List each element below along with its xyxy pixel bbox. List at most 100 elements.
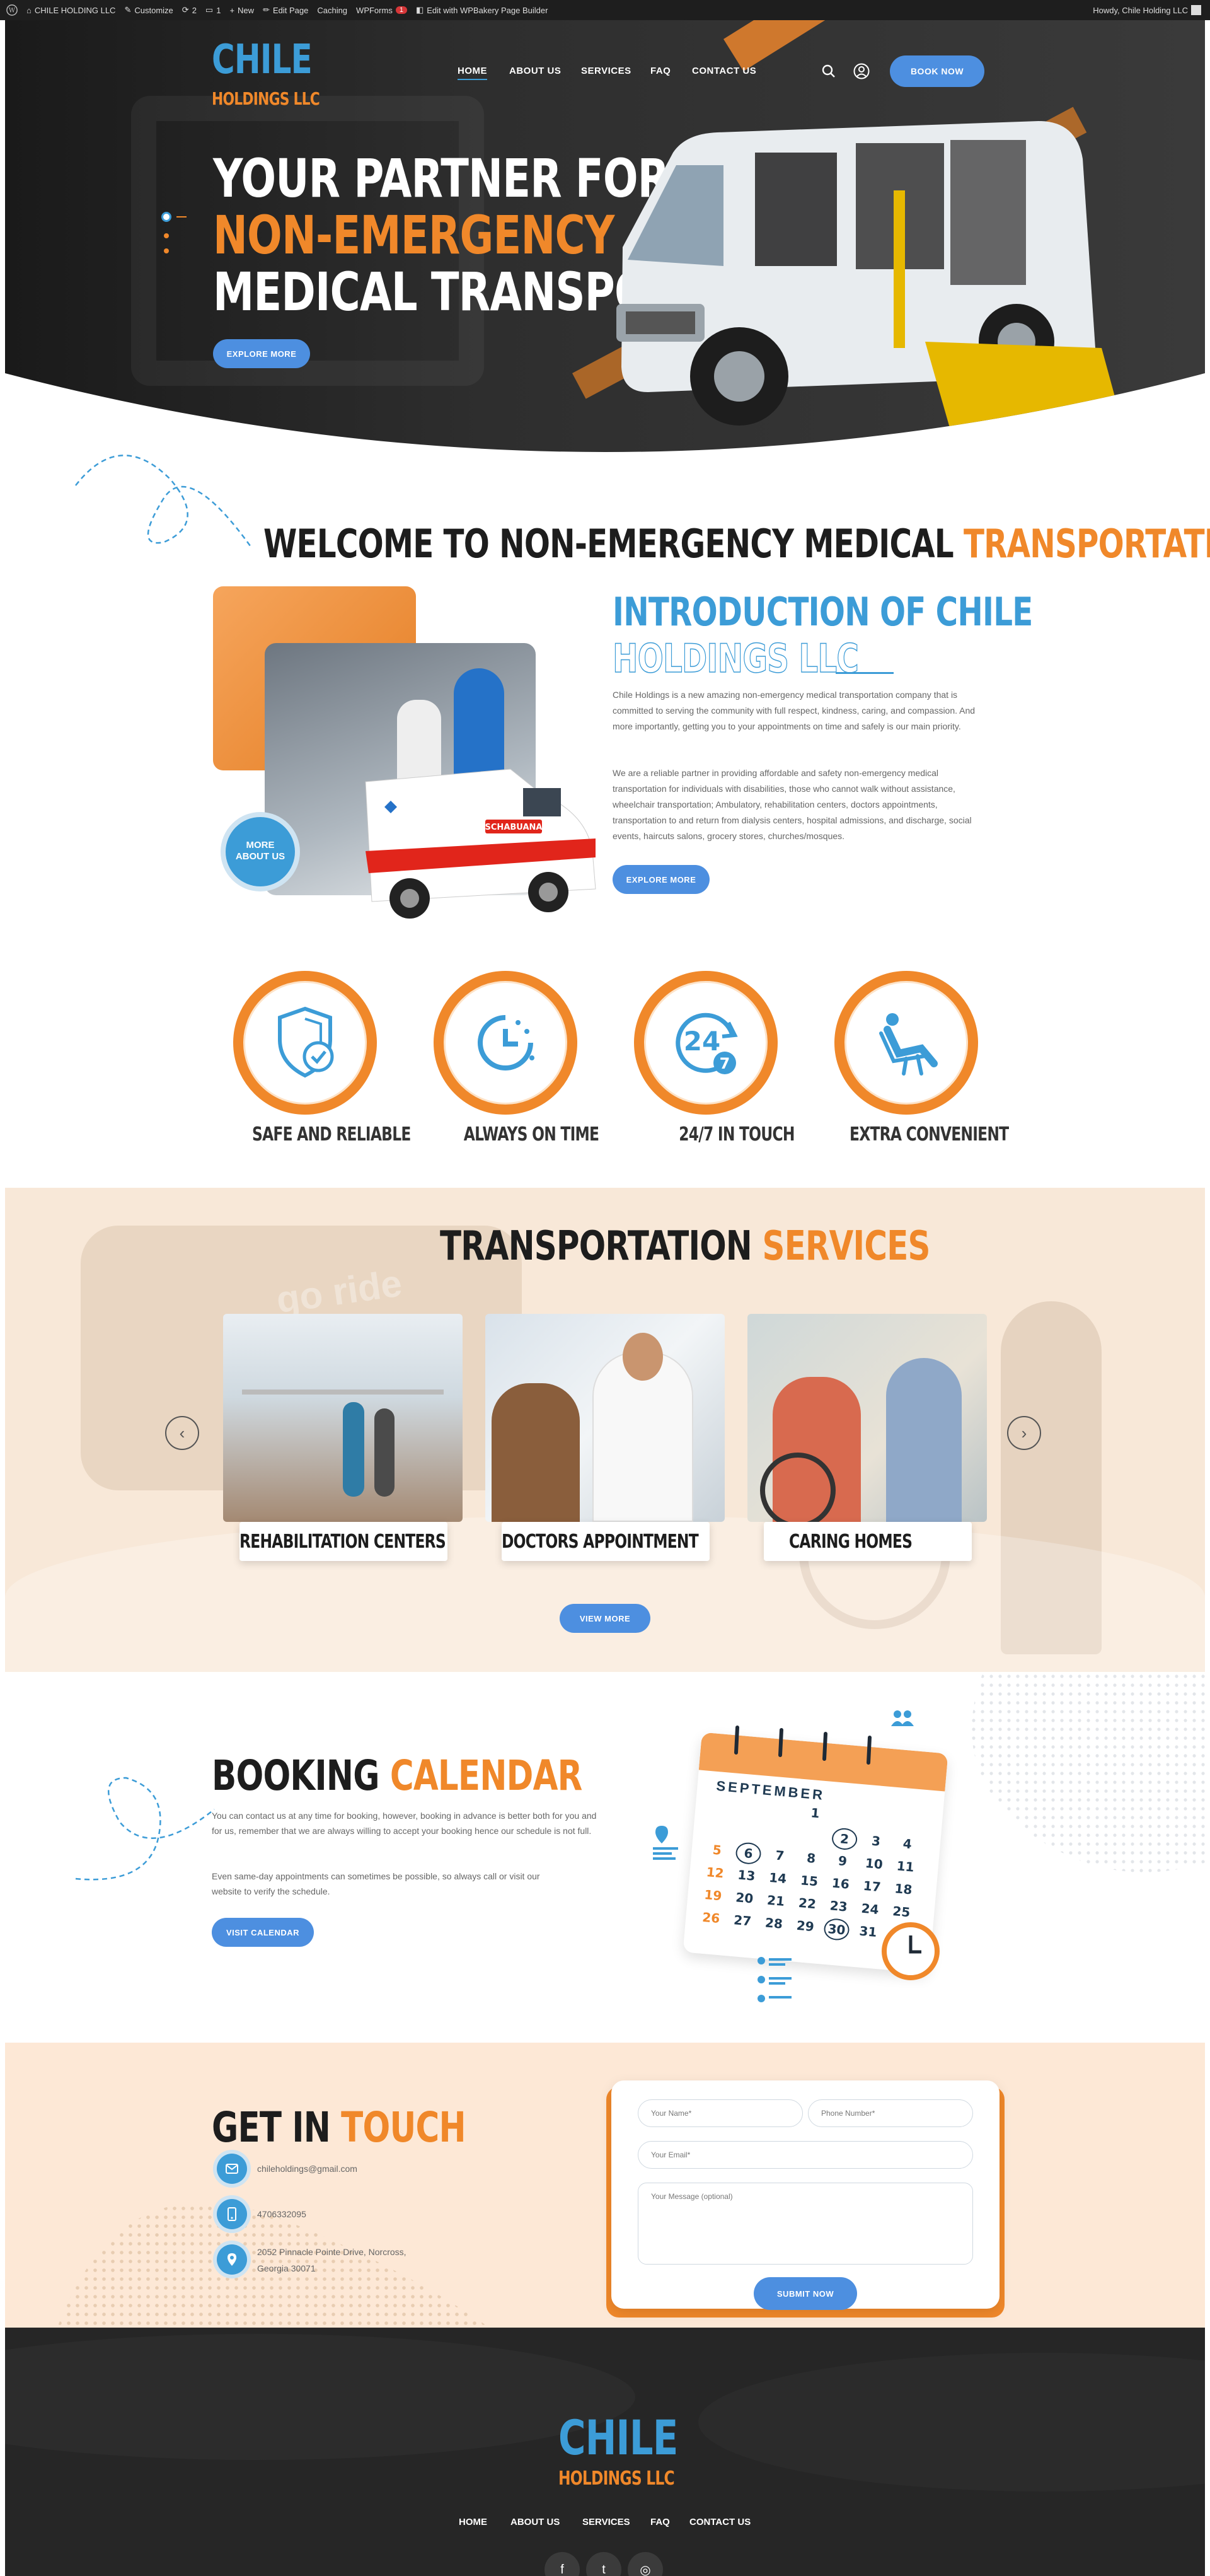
feature-label: SAFE AND RELIABLE — [252, 1123, 411, 1146]
facebook-icon[interactable]: f — [544, 2552, 580, 2576]
plus-icon: + — [229, 5, 235, 15]
booking-title: BOOKING CALENDAR — [212, 1751, 582, 1800]
footer-logo-top[interactable]: CHILE — [558, 2410, 678, 2466]
brush-icon: ✎ — [124, 5, 132, 15]
booking-paragraph-2: Even same-day appointments can sometimes… — [212, 1871, 540, 1896]
carer-figure — [886, 1358, 962, 1522]
instagram-icon[interactable]: ◎ — [628, 2552, 663, 2576]
feature-safe-reliable — [233, 971, 377, 1115]
message-textarea[interactable]: Your Message (optional) — [638, 2183, 973, 2265]
feature-label: ALWAYS ON TIME — [463, 1123, 599, 1146]
decorative-dashed-swirl — [75, 1777, 215, 1881]
book-now-button[interactable]: BOOK NOW — [890, 55, 984, 87]
alarm-clock-icon — [882, 1922, 940, 1980]
booking-dot-pattern — [972, 1672, 1210, 1872]
contact-section: GET IN TOUCH chileholdings@gmail.com 470… — [5, 2043, 1205, 2328]
slider-dot[interactable] — [164, 233, 169, 238]
admin-site-link[interactable]: ⌂ CHILE HOLDING LLC — [26, 6, 115, 15]
contact-email-icon-circle — [217, 2154, 247, 2184]
footer-nav-services[interactable]: SERVICES — [582, 2517, 630, 2527]
calendar-day: 3 — [871, 1833, 881, 1849]
calendar-day: 19 — [703, 1886, 723, 1904]
footer-nav-about[interactable]: ABOUT US — [510, 2517, 560, 2527]
twitter-icon[interactable]: t — [586, 2552, 621, 2576]
ambulance-label: SCHABUANA — [485, 823, 543, 832]
service-card-rehabilitation[interactable] — [223, 1314, 463, 1522]
more-about-us-badge[interactable]: MORE ABOUT US — [226, 817, 295, 886]
calendar-day: 14 — [768, 1869, 788, 1887]
services-title: TRANSPORTATION SERVICES — [440, 1223, 930, 1270]
admin-edit-page-link[interactable]: ✏ Edit Page — [263, 5, 308, 15]
calendar-day: 24 — [860, 1900, 880, 1918]
calendar-day: 9 — [838, 1853, 848, 1869]
intro-title-underline — [836, 672, 894, 674]
intro-explore-button[interactable]: EXPLORE MORE — [613, 865, 710, 894]
wheelchair-shape — [760, 1453, 836, 1522]
admin-howdy[interactable]: Howdy, Chile Holding LLC — [1093, 5, 1201, 15]
admin-caching-link[interactable]: Caching — [317, 6, 347, 15]
team-people-icon — [891, 1710, 914, 1726]
avatar — [1191, 5, 1201, 15]
clock-icon — [478, 1015, 534, 1070]
footer-logo-bottom[interactable]: HOLDINGS LLC — [558, 2468, 675, 2490]
email-input[interactable]: Your Email* — [638, 2141, 973, 2169]
wordpress-logo-icon[interactable]: W — [6, 4, 18, 16]
admin-customize-link[interactable]: ✎ Customize — [124, 5, 173, 15]
admin-revisions-link[interactable]: ⟳ 2 — [182, 5, 197, 15]
calendar-rings — [734, 1726, 872, 1765]
name-input[interactable]: Your Name* — [638, 2099, 803, 2127]
search-icon[interactable] — [822, 64, 836, 78]
wpforms-badge: 1 — [395, 6, 407, 14]
calendar-day: 18 — [894, 1881, 913, 1898]
footer-nav-faq[interactable]: FAQ — [650, 2517, 670, 2527]
envelope-icon — [226, 2164, 238, 2174]
admin-bar: W ⌂ CHILE HOLDING LLC ✎ Customize ⟳ 2 ▭ 1 + N… — [0, 0, 1210, 20]
carousel-prev-button[interactable]: ‹ — [165, 1416, 199, 1450]
calendar-day: 16 — [831, 1875, 850, 1892]
user-account-icon[interactable] — [853, 63, 870, 79]
calendar-month: SEPTEMBER — [715, 1777, 826, 1803]
nav-services[interactable]: SERVICES — [581, 66, 631, 76]
phone-input[interactable]: Phone Number* — [808, 2099, 973, 2127]
service-card-doctors[interactable] — [485, 1314, 725, 1522]
slider-dot[interactable] — [164, 248, 169, 253]
admin-new-link[interactable]: + New — [229, 6, 254, 15]
hero-explore-button[interactable]: EXPLORE MORE — [213, 339, 310, 368]
calendar-day: 11 — [896, 1858, 915, 1875]
calendar-day: 27 — [733, 1912, 752, 1929]
admin-wpbakery-link[interactable]: ◧ Edit with WPBakery Page Builder — [416, 5, 548, 15]
24-7-icon: 247 — [676, 1012, 738, 1074]
service-card-label: REHABILITATION CENTERS — [239, 1522, 447, 1561]
slider-dot-active[interactable] — [161, 212, 171, 222]
nav-home[interactable]: HOME — [458, 66, 487, 80]
site-logo-bottom[interactable]: HOLDINGS LLC — [212, 88, 320, 109]
calendar-day: 12 — [705, 1864, 725, 1881]
footer-nav-home[interactable]: HOME — [459, 2517, 487, 2527]
footer-wave-shape — [5, 2334, 635, 2460]
carousel-next-button[interactable]: › — [1007, 1416, 1041, 1450]
nav-about[interactable]: ABOUT US — [509, 66, 561, 76]
contact-email[interactable]: chileholdings@gmail.com — [257, 2164, 357, 2174]
contact-address-line-2: Georgia 30071 — [257, 2263, 316, 2273]
contact-phone[interactable]: 4706332095 — [257, 2209, 306, 2219]
site-logo-top[interactable]: CHILE — [212, 37, 313, 83]
visit-calendar-button[interactable]: VISIT CALENDAR — [212, 1918, 314, 1947]
view-more-button[interactable]: VIEW MORE — [560, 1604, 650, 1633]
admin-comments-link[interactable]: ▭ 1 — [205, 5, 221, 15]
phone-icon — [228, 2207, 236, 2221]
calendar-day: 8 — [806, 1850, 817, 1867]
calendar-day: 6 — [735, 1842, 762, 1865]
hero-line-2: NON-EMERGENCY — [213, 204, 614, 266]
nav-faq[interactable]: FAQ — [650, 66, 671, 76]
service-card-caring-homes[interactable] — [747, 1314, 987, 1522]
svg-text:W: W — [9, 8, 16, 15]
footer-nav-contact[interactable]: CONTACT US — [689, 2517, 751, 2527]
calendar-day: 1 — [810, 1805, 821, 1821]
admin-wpforms-link[interactable]: WPForms 1 — [356, 6, 407, 15]
feature-label: 24/7 IN TOUCH — [679, 1123, 795, 1146]
booking-paragraph-1: You can contact us at any time for booki… — [212, 1811, 597, 1836]
feature-24-7: 24 7 — [634, 971, 778, 1115]
submit-button[interactable]: SUBMIT NOW — [754, 2277, 857, 2310]
intro-paragraph-1: Chile Holdings is a new amazing non-emer… — [613, 690, 976, 731]
nav-contact[interactable]: CONTACT US — [692, 66, 756, 76]
